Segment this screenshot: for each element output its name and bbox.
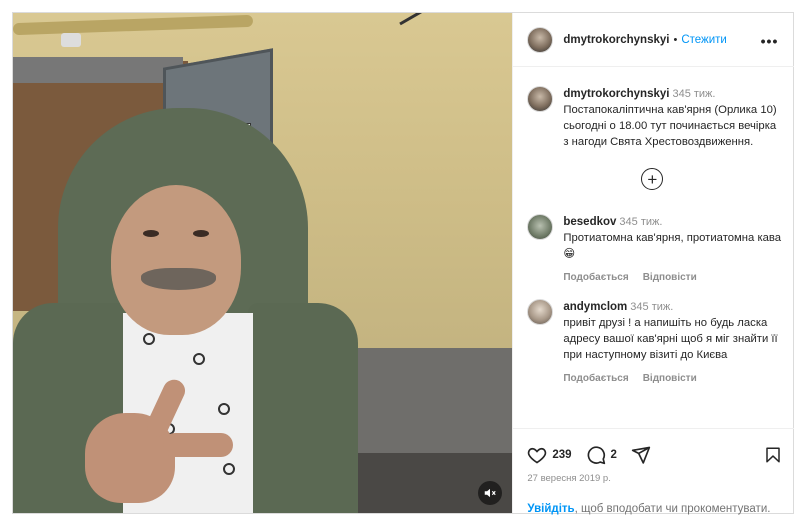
video-person	[13, 13, 512, 513]
shirt-pattern	[143, 333, 155, 345]
avatar[interactable]	[527, 214, 554, 240]
follow-button[interactable]: Стежити	[681, 34, 727, 46]
like-comment-button[interactable]: Подобається	[563, 272, 628, 283]
avatar[interactable]	[527, 26, 554, 53]
caption: dmytrokorchynskyi 345 тиж. Постапокаліпти…	[527, 86, 782, 150]
mute-button[interactable]	[478, 481, 502, 505]
post-header: dmytrokorchynskyi • Стежити •••	[513, 13, 795, 67]
likes-count[interactable]: 239	[552, 449, 571, 461]
comment-username[interactable]: besedkov	[563, 216, 616, 228]
login-prompt: Увійдіть, щоб вподобати чи прокоментуват…	[527, 503, 770, 515]
person-face	[111, 185, 241, 335]
login-prompt-text: , щоб вподобати чи прокоментувати.	[574, 503, 771, 515]
shirt-pattern	[218, 403, 230, 415]
comment-body: andymclom 345 тиж. привіт друзі ! а напиш…	[563, 299, 782, 387]
header-separator: •	[673, 33, 678, 46]
comment-username[interactable]: andymclom	[563, 301, 627, 313]
comment-actions: Подобається Відповісти	[563, 371, 782, 387]
comment-item: besedkov 345 тиж. Протиатомна кав'ярня, п…	[527, 214, 782, 286]
post-video[interactable]	[13, 13, 513, 513]
person-eye	[143, 230, 159, 237]
person-mustache	[141, 268, 216, 290]
plus-circle-icon: +	[647, 169, 658, 189]
bookmark-icon[interactable]	[764, 445, 782, 465]
person-eye	[193, 230, 209, 237]
avatar[interactable]	[527, 86, 554, 112]
person-jacket-right	[248, 303, 358, 513]
comment-time[interactable]: 345 тиж.	[619, 216, 662, 228]
caption-username[interactable]: dmytrokorchynskyi	[563, 88, 669, 100]
like-comment-button[interactable]: Подобається	[563, 373, 628, 384]
comments-section: dmytrokorchynskyi 345 тиж. Постапокаліпти…	[513, 68, 794, 428]
send-icon[interactable]	[631, 445, 651, 465]
comment-text: Протиатомна кав'ярня, протиатомна кава😁	[563, 232, 782, 260]
muted-speaker-icon	[484, 488, 496, 498]
caption-time[interactable]: 345 тиж.	[672, 88, 715, 100]
post-sidebar: dmytrokorchynskyi • Стежити ••• dmytroko…	[512, 13, 795, 515]
comments-count[interactable]: 2	[611, 449, 617, 461]
instagram-post: dmytrokorchynskyi • Стежити ••• dmytroko…	[12, 12, 795, 515]
shirt-pattern	[193, 353, 205, 365]
header-username[interactable]: dmytrokorchynskyi	[563, 34, 669, 46]
reply-button[interactable]: Відповісти	[643, 373, 697, 384]
post-date[interactable]: 27 вересня 2019 р.	[527, 473, 610, 484]
more-options-icon[interactable]: •••	[761, 33, 779, 49]
comment-text: привіт друзі ! а напишіть но будь ласка …	[563, 317, 778, 361]
login-link[interactable]: Увійдіть	[527, 503, 574, 515]
action-bar: 239 2	[527, 443, 782, 467]
caption-text: Постапокаліптична кав'ярня (Орлика 10) с…	[563, 104, 777, 148]
post-footer: 239 2 27 вересня 2019 р. Увійдіть, щоб в…	[513, 428, 795, 515]
person-pointing-finger	[163, 433, 233, 457]
shirt-pattern	[223, 463, 235, 475]
heart-icon[interactable]	[527, 445, 547, 465]
comment-body: besedkov 345 тиж. Протиатомна кав'ярня, п…	[563, 214, 782, 286]
comment-item: andymclom 345 тиж. привіт друзі ! а напиш…	[527, 299, 782, 387]
load-more-button[interactable]: +	[641, 168, 664, 190]
comment-icon[interactable]	[586, 445, 606, 465]
reply-button[interactable]: Відповісти	[643, 272, 697, 283]
comment-actions: Подобається Відповісти	[563, 270, 782, 286]
caption-body: dmytrokorchynskyi 345 тиж. Постапокаліпти…	[563, 86, 782, 150]
avatar[interactable]	[527, 299, 554, 325]
comment-time[interactable]: 345 тиж.	[630, 301, 673, 313]
